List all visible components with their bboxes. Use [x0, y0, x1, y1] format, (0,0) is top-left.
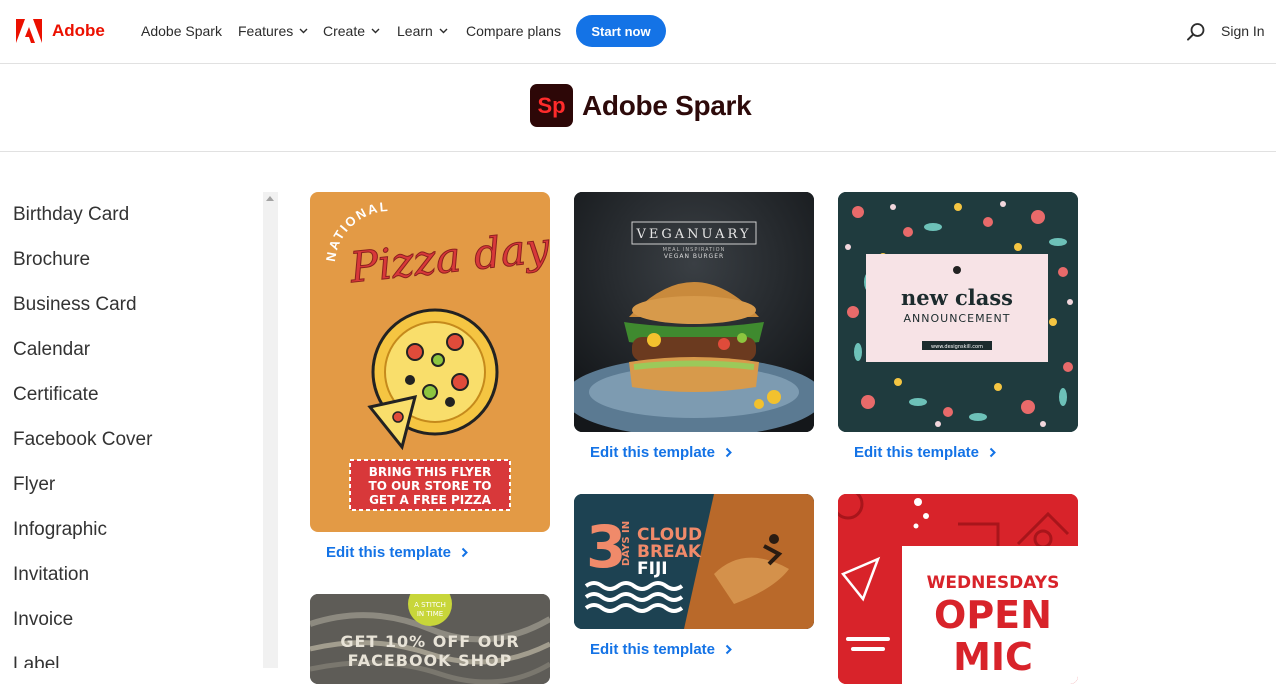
edit-template-label: Edit this template: [590, 641, 716, 658]
chevron-right-icon: [725, 447, 732, 458]
chevron-right-icon: [989, 447, 996, 458]
template-card-cloud-break-fiji[interactable]: 3 DAYS IN CLOUD BREAK FIJI: [574, 494, 814, 629]
nav-label: Create: [323, 23, 366, 39]
pizza-cta-line: BRING THIS FLYER: [369, 465, 492, 479]
chevron-down-icon: [439, 28, 448, 34]
edit-template-link-new-class[interactable]: Edit this template: [854, 444, 996, 461]
open-mic-line: MIC: [953, 635, 1033, 679]
new-class-url: www.designskill.com: [931, 344, 983, 350]
nav-label: Learn: [397, 23, 433, 39]
chevron-down-icon: [299, 28, 308, 34]
template-card-veganuary[interactable]: VEGANUARY MEAL INSPIRATION VEGAN BURGER: [574, 192, 814, 432]
product-title[interactable]: Adobe Spark: [582, 90, 752, 122]
veganuary-title: VEGANUARY: [636, 227, 752, 242]
search-icon[interactable]: [1186, 22, 1206, 42]
sidebar-scrollbar[interactable]: [263, 192, 278, 668]
template-card-open-mic[interactable]: WEDNESDAYS OPEN MIC: [838, 494, 1078, 684]
nav-compare-plans[interactable]: Compare plans: [466, 23, 561, 39]
chevron-right-icon: [461, 547, 468, 558]
open-mic-artwork: WEDNESDAYS OPEN MIC: [838, 494, 1078, 684]
fiji-line: FIJI: [637, 559, 668, 579]
sidebar-item-infographic[interactable]: Infographic: [13, 519, 107, 541]
veganuary-artwork: VEGANUARY MEAL INSPIRATION VEGAN BURGER: [574, 192, 814, 432]
stitch-artwork: A STITCH IN TIME GET 10% OFF OUR FACEBOO…: [310, 594, 550, 684]
template-card-stitch[interactable]: A STITCH IN TIME GET 10% OFF OUR FACEBOO…: [310, 594, 550, 684]
sidebar-item-flyer[interactable]: Flyer: [13, 474, 55, 496]
stitch-line: FACEBOOK SHOP: [348, 651, 513, 670]
nav-create[interactable]: Create: [323, 23, 380, 39]
edit-template-link-veganuary[interactable]: Edit this template: [590, 444, 732, 461]
open-mic-line: OPEN: [934, 593, 1052, 637]
edit-template-label: Edit this template: [326, 544, 452, 561]
edit-template-link-pizza[interactable]: Edit this template: [326, 544, 468, 561]
sidebar-item-calendar[interactable]: Calendar: [13, 339, 90, 361]
chevron-down-icon: [371, 28, 380, 34]
nav-learn[interactable]: Learn: [397, 23, 448, 39]
product-header: Sp Adobe Spark: [0, 64, 1276, 152]
new-class-subtitle: ANNOUNCEMENT: [904, 312, 1011, 325]
template-card-new-class[interactable]: new class ANNOUNCEMENT www.designskill.c…: [838, 192, 1078, 432]
edit-template-label: Edit this template: [854, 444, 980, 461]
chevron-right-icon: [725, 644, 732, 655]
adobe-logo-link[interactable]: Adobe: [16, 19, 105, 43]
open-mic-line: WEDNESDAYS: [927, 573, 1060, 593]
pizza-script-title: Pizza day: [347, 222, 550, 292]
sidebar-item-invoice[interactable]: Invoice: [13, 609, 73, 631]
pizza-cta-line: GET A FREE PIZZA: [369, 493, 492, 507]
sidebar-item-brochure[interactable]: Brochure: [13, 249, 90, 271]
adobe-brand-label: Adobe: [52, 21, 105, 40]
nav-label: Adobe Spark: [141, 23, 222, 39]
new-class-title: new class: [901, 285, 1013, 310]
new-class-artwork: new class ANNOUNCEMENT www.designskill.c…: [838, 192, 1078, 432]
nav-adobe-spark[interactable]: Adobe Spark: [141, 23, 222, 39]
stitch-badge-line: A STITCH: [414, 601, 446, 609]
nav-label: Compare plans: [466, 23, 561, 39]
sidebar-item-birthday-card[interactable]: Birthday Card: [13, 204, 129, 226]
veganuary-sub: VEGAN BURGER: [664, 253, 724, 260]
category-sidebar: Birthday Card Brochure Business Card Cal…: [0, 192, 262, 668]
sidebar-item-business-card[interactable]: Business Card: [13, 294, 137, 316]
adobe-logo-icon: [16, 19, 42, 43]
pizza-day-artwork: NATIONAL Pizza day BRING THIS FLYER TO O…: [323, 199, 550, 511]
sign-in-link[interactable]: Sign In: [1221, 23, 1265, 39]
nav-features[interactable]: Features: [238, 23, 308, 39]
pizza-cta-line: TO OUR STORE TO: [369, 479, 492, 493]
edit-template-label: Edit this template: [590, 444, 716, 461]
stitch-badge-line: IN TIME: [417, 610, 443, 618]
edit-template-link-fiji[interactable]: Edit this template: [590, 641, 732, 658]
fiji-artwork: 3 DAYS IN CLOUD BREAK FIJI: [574, 494, 814, 629]
spark-logo-icon[interactable]: Sp: [530, 84, 573, 127]
global-nav: Adobe Adobe Spark Features Create Learn …: [0, 0, 1276, 64]
start-now-button[interactable]: Start now: [576, 15, 666, 47]
scroll-up-arrow-icon[interactable]: [266, 196, 274, 201]
template-card-pizza-day[interactable]: NATIONAL Pizza day BRING THIS FLYER TO O…: [310, 192, 550, 532]
stitch-line: GET 10% OFF OUR: [340, 632, 519, 651]
nav-label: Features: [238, 23, 294, 39]
sidebar-item-facebook-cover[interactable]: Facebook Cover: [13, 429, 152, 451]
sidebar-item-invitation[interactable]: Invitation: [13, 564, 89, 586]
sidebar-item-certificate[interactable]: Certificate: [13, 384, 99, 406]
fiji-days: DAYS IN: [621, 521, 632, 566]
sidebar-item-label[interactable]: Label: [13, 654, 60, 668]
